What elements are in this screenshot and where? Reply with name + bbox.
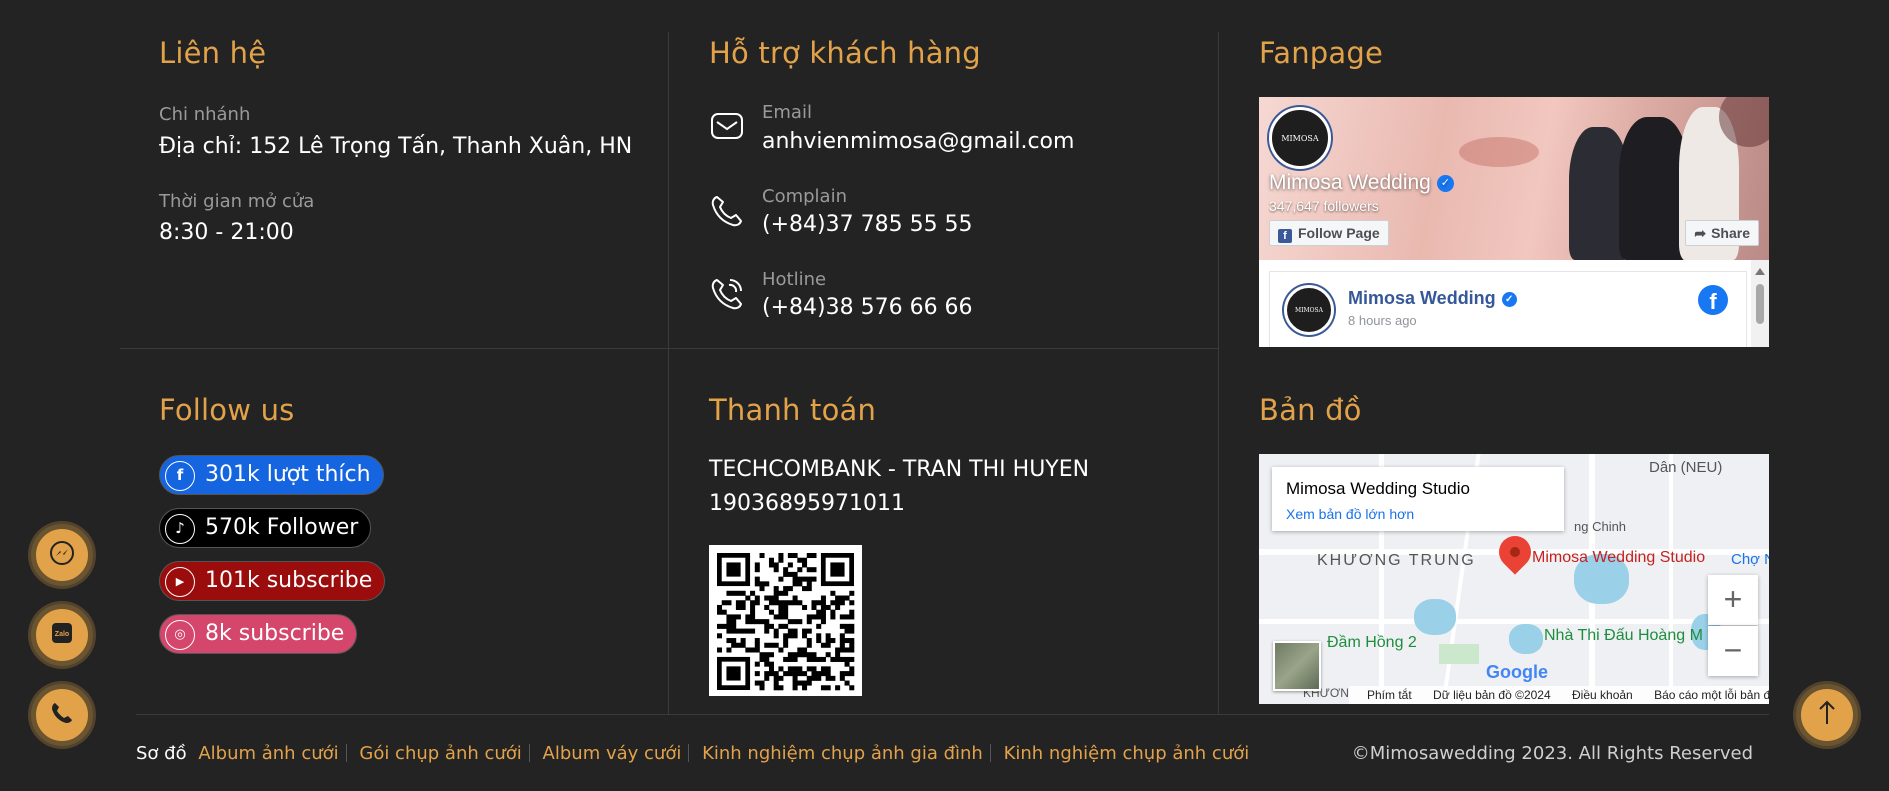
footer-separator: [688, 744, 690, 762]
facebook-page-widget[interactable]: MIMOSA Mimosa Wedding ✓ 347,647 followers…: [1259, 97, 1769, 347]
map-road: [1669, 454, 1673, 704]
facebook-like-button[interactable]: f 301k lượt thích: [159, 455, 384, 495]
fb-post-name[interactable]: Mimosa Wedding ✓: [1348, 288, 1517, 309]
hotline-label: Hotline: [762, 269, 827, 290]
sitemap-label: Sơ đồ: [136, 743, 187, 764]
map-place-card: Mimosa Wedding Studio Xem bản đồ lớn hơn: [1272, 467, 1564, 531]
facebook-logo-icon[interactable]: f: [1698, 285, 1728, 315]
footer-sitemap: Sơ đồ Album ảnh cưới Gói chụp ảnh cưới A…: [136, 743, 1249, 764]
footer-separator: [345, 744, 347, 762]
support-title: Hỗ trợ khách hàng: [709, 36, 981, 70]
fb-post[interactable]: MIMOSA Mimosa Wedding ✓ 8 hours ago f: [1269, 271, 1747, 347]
map-terms-link[interactable]: Điều khoản: [1572, 688, 1633, 702]
cover-decoration: [1459, 137, 1539, 167]
youtube-subscribe-button[interactable]: ▶ 101k subscribe: [159, 561, 386, 601]
facebook-icon: f: [1278, 229, 1292, 243]
scroll-up-icon[interactable]: [1755, 268, 1765, 275]
instagram-follow-button[interactable]: ◎ 8k subscribe: [159, 614, 358, 654]
map-market-label: Chợ N: [1731, 551, 1769, 568]
messenger-icon: [48, 539, 76, 571]
payment-qr-code: [709, 545, 862, 696]
fb-follow-button[interactable]: f Follow Page: [1269, 220, 1389, 246]
fb-share-button[interactable]: ➦ Share: [1685, 220, 1759, 246]
map-lake: [1414, 599, 1456, 635]
map-area-label: Dân (NEU): [1649, 459, 1723, 476]
phone-icon: [709, 193, 745, 229]
footer-link-kinh-nghiem-gia-dinh[interactable]: Kinh nghiệm chụp ảnh gia đình: [702, 743, 983, 764]
footer-link-album-anh-cuoi[interactable]: Album ảnh cưới: [198, 743, 338, 764]
google-logo: Google: [1486, 662, 1548, 682]
map-park: [1439, 644, 1479, 664]
zalo-float-button[interactable]: Zalo: [31, 604, 93, 666]
complain-label: Complain: [762, 186, 847, 207]
mail-icon: [709, 108, 745, 144]
email-label: Email: [762, 102, 812, 123]
map-footer: Phím tắt Dữ liệu bản đồ ©2024 Điều khoản…: [1349, 686, 1769, 704]
bank-name: TECHCOMBANK - TRAN THI HUYEN: [709, 457, 1090, 482]
map-place-name: Mimosa Wedding Studio: [1286, 479, 1470, 498]
branch-address: Địa chỉ: 152 Lê Trọng Tấn, Thanh Xuân, H…: [159, 134, 633, 159]
map-zoom-out-button[interactable]: −: [1708, 626, 1758, 676]
map-larger-link[interactable]: Xem bản đồ lớn hơn: [1286, 506, 1414, 522]
phone-call-icon: [49, 700, 75, 730]
contact-title: Liên hệ: [159, 36, 267, 70]
hours-label: Thời gian mở cửa: [159, 191, 315, 212]
verified-icon: ✓: [1501, 291, 1517, 307]
map-zoom-in-button[interactable]: +: [1708, 575, 1758, 625]
map-title: Bản đồ: [1259, 393, 1362, 427]
verified-icon: ✓: [1436, 174, 1454, 192]
map-pin-label[interactable]: Mimosa Wedding Studio: [1532, 549, 1705, 567]
tiktok-icon: ♪: [165, 514, 195, 544]
divider-vertical-1: [668, 32, 669, 715]
footer-link-kinh-nghiem-cuoi[interactable]: Kinh nghiệm chụp ảnh cưới: [1004, 743, 1250, 764]
map-data-text: Dữ liệu bản đồ ©2024: [1433, 688, 1551, 702]
share-icon: ➦: [1694, 225, 1707, 241]
hotline-phone-icon: [709, 276, 745, 312]
branch-label: Chi nhánh: [159, 104, 251, 125]
fb-scrollbar[interactable]: [1751, 260, 1769, 347]
fb-followers-count: 347,647 followers: [1269, 198, 1379, 214]
divider-horizontal-2: [136, 714, 1769, 715]
arrow-up-icon: [1816, 699, 1838, 731]
map-satellite-toggle[interactable]: [1273, 641, 1321, 691]
svg-text:Zalo: Zalo: [55, 631, 69, 638]
zalo-icon: Zalo: [50, 621, 74, 649]
fb-page-name[interactable]: Mimosa Wedding ✓: [1269, 171, 1454, 195]
map-lake-label: Đầm Hồng 2: [1327, 634, 1417, 651]
hotline-value[interactable]: (+84)38 576 66 66: [762, 295, 973, 320]
follow-title: Follow us: [159, 393, 295, 427]
fanpage-title: Fanpage: [1259, 36, 1383, 70]
facebook-icon: f: [165, 461, 195, 491]
map-venue-label: Nhà Thi Đấu Hoàng M: [1544, 627, 1703, 644]
map-district-label: KHƯƠNG TRUNG: [1317, 552, 1476, 569]
bank-account: 19036895971011: [709, 491, 905, 516]
payment-title: Thanh toán: [709, 393, 877, 427]
divider-vertical-2: [1218, 32, 1219, 715]
footer-separator: [989, 744, 991, 762]
map-street-label: ng Chinh: [1574, 519, 1627, 534]
divider-horizontal-1: [120, 348, 1219, 349]
phone-float-button[interactable]: [31, 684, 93, 746]
copyright-text: ©Mimosawedding 2023. All Rights Reserved: [1351, 743, 1753, 764]
instagram-icon: ◎: [165, 620, 195, 650]
footer-separator: [528, 744, 530, 762]
fb-post-time[interactable]: 8 hours ago: [1348, 313, 1417, 328]
fb-page-avatar[interactable]: MIMOSA: [1269, 107, 1331, 169]
hours-value: 8:30 - 21:00: [159, 220, 294, 245]
scroll-thumb[interactable]: [1756, 284, 1764, 324]
google-map[interactable]: Dân (NEU) ng Chinh KHƯƠNG TRUNG Đầm Hồng…: [1259, 454, 1769, 704]
map-lake: [1509, 624, 1543, 654]
scroll-top-button[interactable]: [1796, 684, 1858, 746]
youtube-icon: ▶: [165, 567, 195, 597]
footer-link-goi-chup[interactable]: Gói chụp ảnh cưới: [359, 743, 521, 764]
map-report-link[interactable]: Báo cáo một lỗi bản đồ: [1654, 688, 1769, 702]
email-value[interactable]: anhvienmimosa@gmail.com: [762, 129, 1074, 154]
messenger-float-button[interactable]: [31, 524, 93, 586]
tiktok-follow-button[interactable]: ♪ 570k Follower: [159, 508, 372, 548]
complain-value[interactable]: (+84)37 785 55 55: [762, 212, 973, 237]
fb-post-avatar[interactable]: MIMOSA: [1284, 285, 1334, 335]
footer-link-album-vay[interactable]: Album váy cưới: [543, 743, 682, 764]
map-shortcuts-link[interactable]: Phím tắt: [1367, 688, 1412, 702]
